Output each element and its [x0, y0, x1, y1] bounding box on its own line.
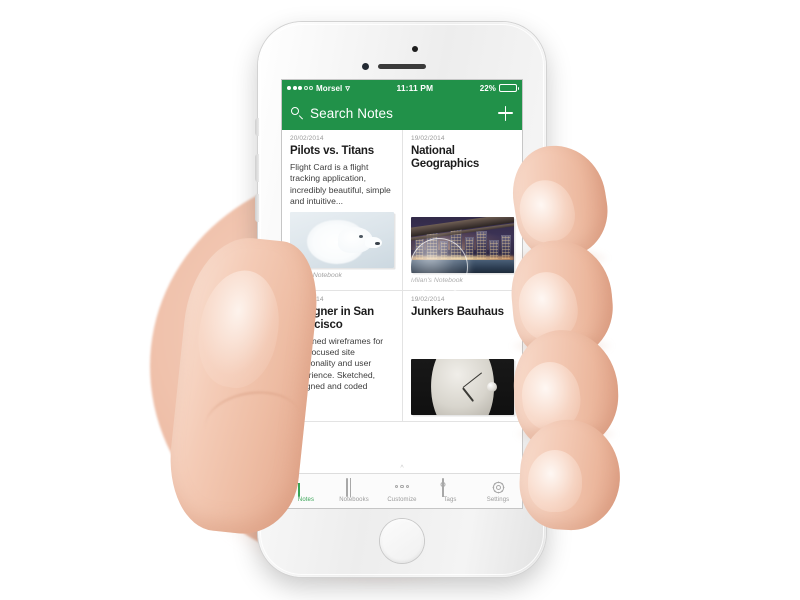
- screenshot-canvas: Morsel ▿ 11:11 PM 22% Search Notes 20/02…: [0, 0, 800, 600]
- tab-label: Notes: [297, 497, 315, 503]
- notes-row: 20/02/2014 Pilots vs. Titans Flight Card…: [282, 130, 522, 291]
- search-icon: [291, 107, 303, 119]
- volume-up-button[interactable]: [255, 154, 259, 182]
- note-notebook-label: Milan's Notebook: [290, 272, 342, 280]
- scroll-indicator-caret: ^: [400, 465, 404, 472]
- note-title: Designer in San Francisco: [290, 305, 374, 331]
- battery-percent-label: 22%: [479, 83, 496, 93]
- tab-label: Settings: [486, 496, 510, 503]
- note-date: 19/02/2014: [411, 135, 445, 142]
- status-bar-right: 22%: [479, 83, 519, 93]
- status-bar-left: Morsel ▿: [287, 83, 350, 93]
- proximity-sensor: [412, 46, 418, 52]
- signal-strength-icon: [287, 86, 313, 90]
- carrier-name: Morsel: [316, 83, 343, 93]
- volume-down-button[interactable]: [255, 194, 259, 222]
- note-excerpt: Designed wireframes for user focused sit…: [290, 335, 384, 391]
- tab-notes[interactable]: Notes: [282, 478, 330, 503]
- tab-label: Customize: [387, 497, 417, 503]
- earpiece-speaker: [378, 64, 426, 69]
- three-dots-icon: [394, 479, 410, 495]
- home-button[interactable]: [380, 519, 424, 563]
- status-bar: Morsel ▿ 11:11 PM 22%: [282, 80, 522, 96]
- note-card[interactable]: 19/02/2014 Junkers Bauhaus: [402, 290, 522, 421]
- night-cityscape-photo: [411, 216, 514, 273]
- notebook-icon: [346, 478, 362, 497]
- note-notebook-label: Milan's Notebook: [411, 276, 463, 284]
- tab-label: Notebooks: [339, 497, 369, 503]
- tab-notebooks[interactable]: Notebooks: [330, 478, 378, 503]
- tab-bar: Notes Notebooks Customize Tags Settings: [282, 473, 522, 508]
- white-lion-photo: [290, 212, 394, 269]
- front-camera: [362, 63, 369, 70]
- note-card[interactable]: 19/02/2014 National Geographics Milan's …: [402, 130, 522, 290]
- note-card[interactable]: 20/02/2014 Pilots vs. Titans Flight Card…: [282, 130, 402, 290]
- battery-icon: [499, 84, 519, 92]
- tag-icon: [442, 478, 458, 497]
- wristwatch-photo: [411, 358, 514, 415]
- note-date: 17/02/2014: [290, 295, 324, 303]
- tab-tags[interactable]: Tags: [426, 478, 474, 503]
- note-title: National Geographics: [411, 145, 480, 170]
- note-title: Pilots vs. Titans: [290, 145, 374, 157]
- tab-customize[interactable]: Customize: [378, 479, 426, 503]
- tab-label: Tags: [443, 497, 457, 503]
- notes-list[interactable]: 20/02/2014 Pilots vs. Titans Flight Card…: [282, 130, 522, 474]
- silent-switch[interactable]: [255, 118, 259, 136]
- gear-icon: [491, 480, 506, 495]
- note-date: 19/02/2014: [411, 295, 445, 303]
- phone-body: Morsel ▿ 11:11 PM 22% Search Notes 20/02…: [255, 22, 546, 577]
- status-bar-clock: 11:11 PM: [396, 83, 434, 93]
- note-date: 20/02/2014: [290, 135, 324, 142]
- tab-settings[interactable]: Settings: [474, 480, 522, 503]
- note-title: Junkers Bauhaus: [411, 305, 504, 318]
- note-card[interactable]: 17/02/2014 Designer in San Francisco Des…: [282, 291, 402, 421]
- notes-row: 17/02/2014 Designer in San Francisco Des…: [282, 290, 522, 422]
- plus-icon[interactable]: [498, 105, 513, 121]
- phone-screen: Morsel ▿ 11:11 PM 22% Search Notes 20/02…: [282, 80, 522, 508]
- note-excerpt: Flight Card is a flight tracking applica…: [290, 161, 391, 206]
- search-input[interactable]: Search Notes: [310, 106, 491, 121]
- search-navigation-bar: Search Notes: [282, 96, 522, 130]
- notes-document-icon: [298, 478, 314, 497]
